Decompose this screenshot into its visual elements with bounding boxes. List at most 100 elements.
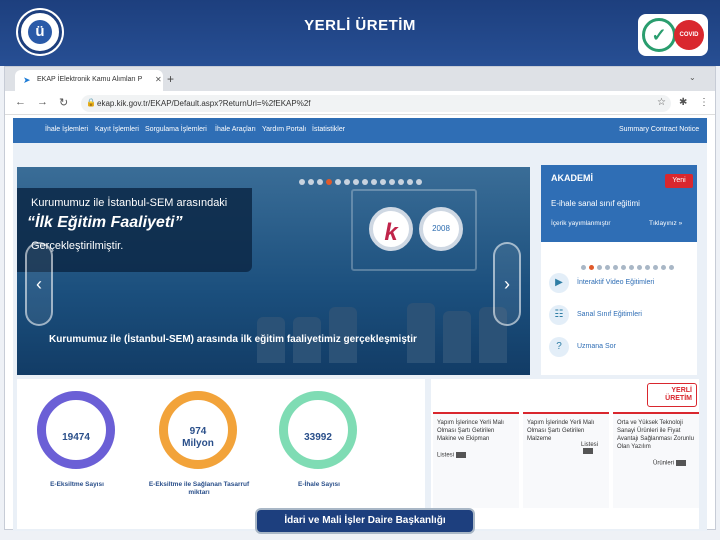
stat-label: E-Eksiltme ile Sağlanan Tasarruf miktarı — [148, 481, 250, 496]
hero-line1: Kurumumuz ile İstanbul-SEM arasındaki — [31, 197, 228, 209]
hero-slider[interactable]: Kurumumuz ile İstanbul-SEM arasındaki “İ… — [17, 167, 530, 375]
slider-dot[interactable] — [335, 179, 341, 185]
carousel-dot[interactable] — [629, 265, 634, 270]
akademi-item-label: Uzmana Sor — [577, 343, 616, 350]
yerli-card-text: Yapım İşlerinde Yerli Malı Olması Şartı … — [527, 420, 595, 442]
stat-ring-eksiltme: 19474 — [37, 391, 115, 469]
slide-title: YERLİ ÜRETİM — [304, 17, 416, 34]
play-icon: ▶ — [549, 273, 569, 293]
address-toolbar: ← → ↻ 🔒 ekap.kik.gov.tr/EKAP/Default.asp… — [5, 91, 715, 115]
carousel-dot[interactable] — [589, 265, 594, 270]
slider-dot[interactable] — [299, 179, 305, 185]
stat-label: E-Eksiltme Sayısı — [50, 481, 104, 488]
carousel-dot[interactable] — [645, 265, 650, 270]
url-input[interactable]: 🔒 ekap.kik.gov.tr/EKAP/Default.aspx?Retu… — [81, 95, 671, 112]
site-content: Kurumumuz ile İstanbul-SEM arasındaki “İ… — [13, 143, 707, 531]
statistics-panel: 19474 E-Eksiltme Sayısı 974 Milyon E-Eks… — [17, 379, 425, 529]
question-icon: ? — [549, 337, 569, 357]
yerli-card-yazilim[interactable]: Orta ve Yüksek Teknoloji Sanayi Ürünleri… — [613, 412, 699, 508]
slider-dot[interactable] — [398, 179, 404, 185]
stat-value: 19474 — [62, 432, 90, 443]
yerli-card-link[interactable]: Listesi — [437, 452, 467, 459]
forward-icon[interactable]: → — [37, 96, 48, 108]
slider-dot[interactable] — [380, 179, 386, 185]
slider-dots — [299, 172, 425, 190]
yerli-card-text: Yapım İşlerince Yerli Malı Olması Şartı … — [437, 420, 504, 442]
carousel-dot[interactable] — [653, 265, 658, 270]
slider-dot[interactable] — [317, 179, 323, 185]
window-menu-icon[interactable]: ⌄ — [689, 73, 696, 82]
yerli-card-link[interactable]: Listesi — [581, 442, 609, 455]
site-navbar: İhale İşlemleri Kayıt İşlemleri Sorgulam… — [13, 118, 707, 143]
slider-dot[interactable] — [326, 179, 332, 185]
slide-footer: İdari ve Mali İşler Daire Başkanlığı — [257, 510, 473, 532]
slider-dot[interactable] — [389, 179, 395, 185]
menu-icon[interactable]: ⋮ — [699, 97, 709, 108]
browser-tab[interactable]: ➤ EKAP İElektronik Kamu Alımları P ✕ — [15, 70, 163, 91]
carousel-dot[interactable] — [669, 265, 674, 270]
carousel-dot[interactable] — [613, 265, 618, 270]
slider-dot[interactable] — [407, 179, 413, 185]
browser-window: ➤ EKAP İElektronik Kamu Alımları P ✕ + ⌄… — [4, 66, 716, 531]
yerli-card-makine[interactable]: Yapım İşlerince Yerli Malı Olması Şartı … — [433, 412, 519, 508]
covid-safe-logo: ✓ COVID — [638, 14, 708, 56]
slider-next-button[interactable]: › — [493, 242, 521, 326]
extensions-icon[interactable]: ✱ — [679, 97, 687, 108]
akademi-subtitle: İçerik yayımlanmıştır — [551, 220, 611, 227]
yerli-uretim-logo[interactable]: YERLİ ÜRETİM — [647, 383, 697, 407]
akademi-banner[interactable]: AKADEMİ Yeni E-ihale sanal sınıf eğitimi… — [541, 165, 697, 242]
slide-header: ü YERLİ ÜRETİM ✓ COVID — [0, 0, 720, 66]
slider-prev-button[interactable]: ‹ — [25, 242, 53, 326]
stat-unit: Milyon — [182, 438, 214, 449]
akademi-item-video[interactable]: ▶ İnteraktif Video Eğitimleri — [549, 273, 689, 297]
nav-istatistikler[interactable]: İstatistikler — [312, 126, 345, 133]
nav-ihale-islemleri[interactable]: İhale İşlemleri — [45, 126, 88, 133]
carousel-dot[interactable] — [605, 265, 610, 270]
slider-dot[interactable] — [416, 179, 422, 185]
stat-label: E-İhale Sayısı — [298, 481, 340, 488]
akademi-title: E-ihale sanal sınıf eğitimi — [551, 199, 640, 208]
carousel-dot[interactable] — [581, 265, 586, 270]
carousel-dot[interactable] — [661, 265, 666, 270]
nav-ihale-araclari[interactable]: İhale Araçları — [215, 126, 256, 133]
hero-caption: Kurumumuz ile (İstanbul-SEM) arasında il… — [49, 334, 417, 345]
covid-badge-icon: COVID — [674, 20, 704, 50]
akademi-item-label: Sanal Sınıf Eğitimleri — [577, 311, 642, 318]
yerli-card-text: Orta ve Yüksek Teknoloji Sanayi Ürünleri… — [617, 420, 694, 450]
arrow-icon — [676, 460, 687, 466]
akademi-item-classroom[interactable]: ☷ Sanal Sınıf Eğitimleri — [549, 305, 689, 329]
akademi-link[interactable]: Tıklayınız » — [649, 220, 682, 227]
star-icon[interactable]: ☆ — [657, 97, 666, 108]
akademi-item-ask-expert[interactable]: ? Uzmana Sor — [549, 337, 689, 361]
carousel-dot[interactable] — [597, 265, 602, 270]
new-tab-icon[interactable]: + — [167, 72, 174, 86]
classroom-icon: ☷ — [549, 305, 569, 325]
stat-ring-eihale: 33992 — [279, 391, 357, 469]
carousel-dot[interactable] — [621, 265, 626, 270]
slider-dot[interactable] — [353, 179, 359, 185]
akademi-item-label: İnteraktif Video Eğitimleri — [577, 279, 655, 286]
yerli-card-link[interactable]: Ürünleri — [653, 460, 687, 467]
slider-dot[interactable] — [308, 179, 314, 185]
carousel-dot[interactable] — [637, 265, 642, 270]
slider-dot[interactable] — [371, 179, 377, 185]
nav-yardim-portali[interactable]: Yardım Portalı — [262, 126, 306, 133]
arrow-icon — [583, 448, 593, 454]
nav-summary-contract-notice[interactable]: Summary Contract Notice — [619, 126, 699, 133]
nav-sorgulama-islemleri[interactable]: Sorgulama İşlemleri — [145, 126, 207, 133]
yerli-card-link-text: Ürünleri — [653, 460, 675, 467]
arrow-icon — [456, 452, 467, 458]
stat-ring-tasarruf: 974 Milyon — [159, 391, 237, 469]
slider-dot[interactable] — [344, 179, 350, 185]
tab-bar: ➤ EKAP İElektronik Kamu Alımları P ✕ + ⌄ — [5, 67, 715, 91]
yerli-card-malzeme[interactable]: Yapım İşlerinde Yerli Malı Olması Şartı … — [523, 412, 609, 508]
slider-dot[interactable] — [362, 179, 368, 185]
nav-kayit-islemleri[interactable]: Kayıt İşlemleri — [95, 126, 139, 133]
akademi-panel: AKADEMİ Yeni E-ihale sanal sınıf eğitimi… — [541, 165, 697, 375]
back-icon[interactable]: ← — [15, 96, 26, 108]
lock-icon: 🔒 — [86, 98, 96, 107]
istanbul-sem-seal-icon: 2008 — [419, 207, 463, 251]
kik-logo-icon: k — [369, 207, 413, 251]
close-tab-icon[interactable]: ✕ — [155, 75, 162, 84]
reload-icon[interactable]: ↻ — [59, 96, 68, 109]
